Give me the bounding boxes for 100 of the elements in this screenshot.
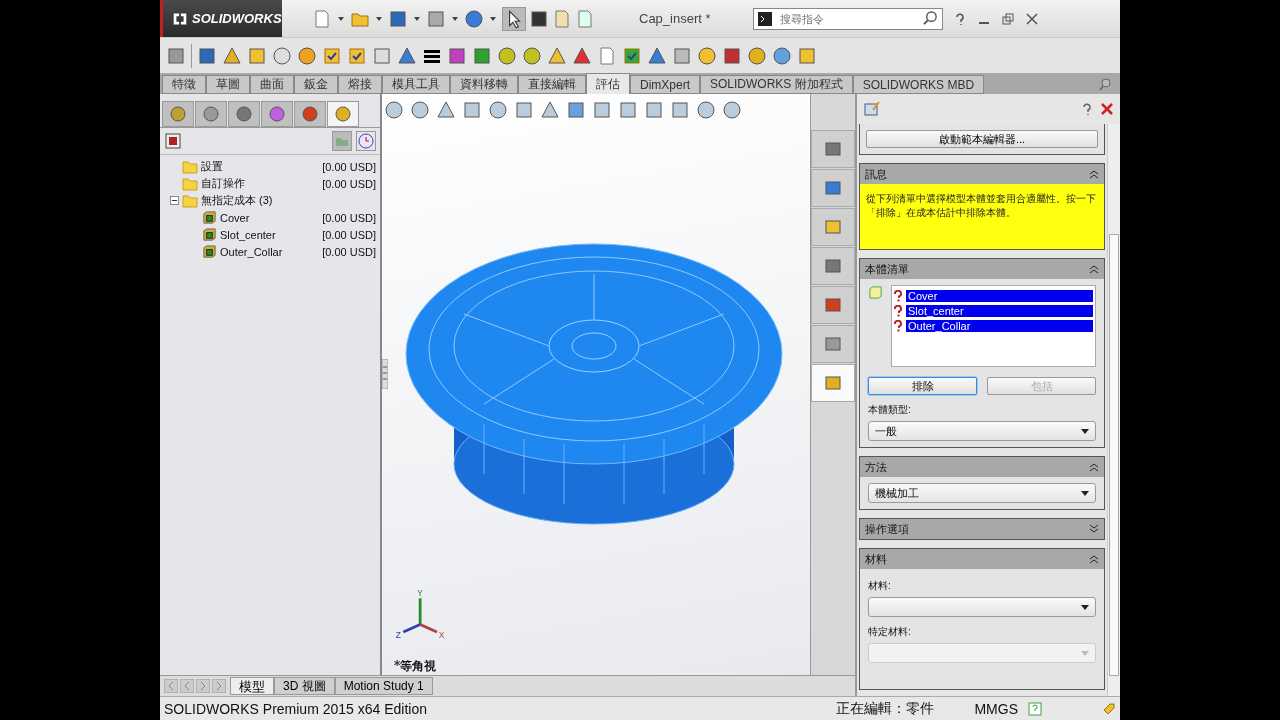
model-tab[interactable]: Motion Study 1 xyxy=(334,677,433,695)
section-header[interactable]: 方法 xyxy=(860,457,1104,477)
task-pane-tab[interactable] xyxy=(811,364,855,402)
search-bar[interactable]: 搜尋指令 xyxy=(753,7,943,30)
help-icon[interactable] xyxy=(953,11,967,26)
command-tab[interactable]: 直接編輯 xyxy=(518,75,586,94)
tree-item[interactable]: Cover xyxy=(220,211,250,224)
panel-tab[interactable] xyxy=(294,101,326,127)
dropdown-arrow-icon[interactable] xyxy=(1081,490,1089,496)
checkbox-icon[interactable] xyxy=(322,45,342,66)
task-pane-tab[interactable] xyxy=(811,247,855,285)
expand-icon[interactable] xyxy=(1089,524,1099,534)
list-item[interactable]: Cover xyxy=(906,289,1093,302)
section-header[interactable]: 操作選項 xyxy=(860,519,1104,539)
dropdown-arrow-icon[interactable] xyxy=(376,16,382,21)
cost-value: [0.00 USD] xyxy=(322,160,376,173)
panel-tab[interactable] xyxy=(162,101,194,127)
restore-icon[interactable] xyxy=(1001,11,1015,26)
panel-tab[interactable] xyxy=(327,101,359,127)
scrollbar[interactable] xyxy=(1107,124,1120,696)
field-label: 材料: xyxy=(868,579,892,593)
command-tab[interactable]: 鈑金 xyxy=(294,75,338,94)
close-icon[interactable] xyxy=(1100,102,1114,116)
list-item[interactable]: Slot_center xyxy=(906,304,1093,317)
panel-tab[interactable] xyxy=(261,101,293,127)
checkmark-icon[interactable] xyxy=(622,45,642,66)
command-tab[interactable]: 資料移轉 xyxy=(450,75,518,94)
search-icon[interactable] xyxy=(923,11,938,26)
body-list[interactable]: Cover Slot_center Outer_Collar xyxy=(891,285,1096,367)
dropdown-arrow-icon[interactable] xyxy=(414,16,420,21)
task-pane-tab[interactable] xyxy=(811,169,855,207)
view-label: *等角視 xyxy=(394,658,437,675)
collapse-handle-icon[interactable] xyxy=(382,359,388,389)
list-item[interactable]: Outer_Collar xyxy=(906,319,1093,332)
dropdown-arrow-icon[interactable] xyxy=(1081,604,1089,610)
section-title: 訊息 xyxy=(865,166,887,182)
tree-item[interactable]: 設置 xyxy=(201,159,223,174)
body-type-dropdown[interactable]: 一般 xyxy=(868,421,1096,441)
section-title: 本體清單 xyxy=(865,261,909,277)
body-icon xyxy=(202,210,217,225)
question-mark-icon xyxy=(894,304,902,317)
shape-icon[interactable] xyxy=(497,45,517,66)
dropdown-arrow-icon[interactable] xyxy=(452,16,458,21)
body-icon xyxy=(868,285,883,300)
section-title: 操作選項 xyxy=(865,521,909,537)
collapse-icon[interactable] xyxy=(1089,554,1099,564)
tag-icon[interactable] xyxy=(1102,701,1116,716)
field-label: 特定材料: xyxy=(868,625,912,639)
shape-icon[interactable] xyxy=(472,45,492,66)
axis-label: Y xyxy=(417,589,423,599)
dropdown-arrow-icon[interactable] xyxy=(1081,428,1089,434)
terminal-icon xyxy=(758,11,772,26)
command-tab[interactable]: 特徵 xyxy=(162,75,206,94)
collapse-icon[interactable] xyxy=(170,196,179,205)
question-mark-icon xyxy=(894,319,902,332)
cost-value: [0.00 USD] xyxy=(322,228,376,241)
units-button[interactable]: MMGS xyxy=(974,700,1018,717)
exclude-button[interactable]: 排除 xyxy=(868,377,977,395)
task-pane-tab[interactable] xyxy=(811,325,855,363)
collapse-icon[interactable] xyxy=(1089,264,1099,274)
tree-item[interactable]: Slot_center xyxy=(220,228,276,241)
task-pane-tab[interactable] xyxy=(811,286,855,324)
command-tab[interactable]: 草圖 xyxy=(206,75,250,94)
model-tab[interactable]: 模型 xyxy=(230,677,274,695)
collapse-icon[interactable] xyxy=(1089,169,1099,179)
axis-label: X xyxy=(438,629,445,640)
collapse-icon[interactable] xyxy=(1089,462,1099,472)
help-icon[interactable] xyxy=(1080,102,1094,116)
close-icon[interactable] xyxy=(1025,11,1039,26)
search-field[interactable]: 搜尋指令 xyxy=(778,11,917,26)
command-tab[interactable]: 模具工具 xyxy=(382,75,450,94)
method-dropdown[interactable]: 機械加工 xyxy=(868,483,1096,503)
command-tab[interactable]: 曲面 xyxy=(250,75,294,94)
property-manager-icon xyxy=(863,100,881,118)
panel-tab[interactable] xyxy=(228,101,260,127)
task-pane-tab[interactable] xyxy=(811,130,855,168)
section-header[interactable]: 訊息 xyxy=(860,164,1104,184)
command-tab[interactable]: 熔接 xyxy=(338,75,382,94)
tree-item[interactable]: 無指定成本 (3) xyxy=(201,193,273,208)
axis-label: Z xyxy=(395,629,401,640)
command-tab[interactable]: DimXpert xyxy=(630,75,700,94)
tree-item[interactable]: Outer_Collar xyxy=(220,245,283,258)
command-tab[interactable]: SOLIDWORKS MBD xyxy=(852,75,985,94)
model-tab[interactable]: 3D 視圖 xyxy=(274,677,335,695)
dropdown-arrow-icon[interactable] xyxy=(338,16,344,21)
launch-template-button[interactable]: 啟動範本編輯器... xyxy=(866,130,1098,148)
dropdown-arrow-icon[interactable] xyxy=(490,16,496,21)
clock-icon[interactable] xyxy=(356,131,376,151)
pointer-icon[interactable] xyxy=(502,6,526,31)
shape-icon[interactable] xyxy=(522,45,542,66)
command-tab[interactable]: SOLIDWORKS 附加程式 xyxy=(700,75,853,94)
section-header[interactable]: 本體清單 xyxy=(860,259,1104,279)
block-icon[interactable] xyxy=(797,45,817,66)
panel-tab[interactable] xyxy=(195,101,227,127)
checkbox-icon[interactable] xyxy=(347,45,367,66)
command-tab[interactable]: 評估 xyxy=(586,73,630,94)
body-icon xyxy=(202,227,217,242)
section-title: 材料 xyxy=(865,551,887,567)
section-header[interactable]: 材料 xyxy=(860,549,1104,569)
tree-item[interactable]: 自訂操作 xyxy=(201,176,245,191)
